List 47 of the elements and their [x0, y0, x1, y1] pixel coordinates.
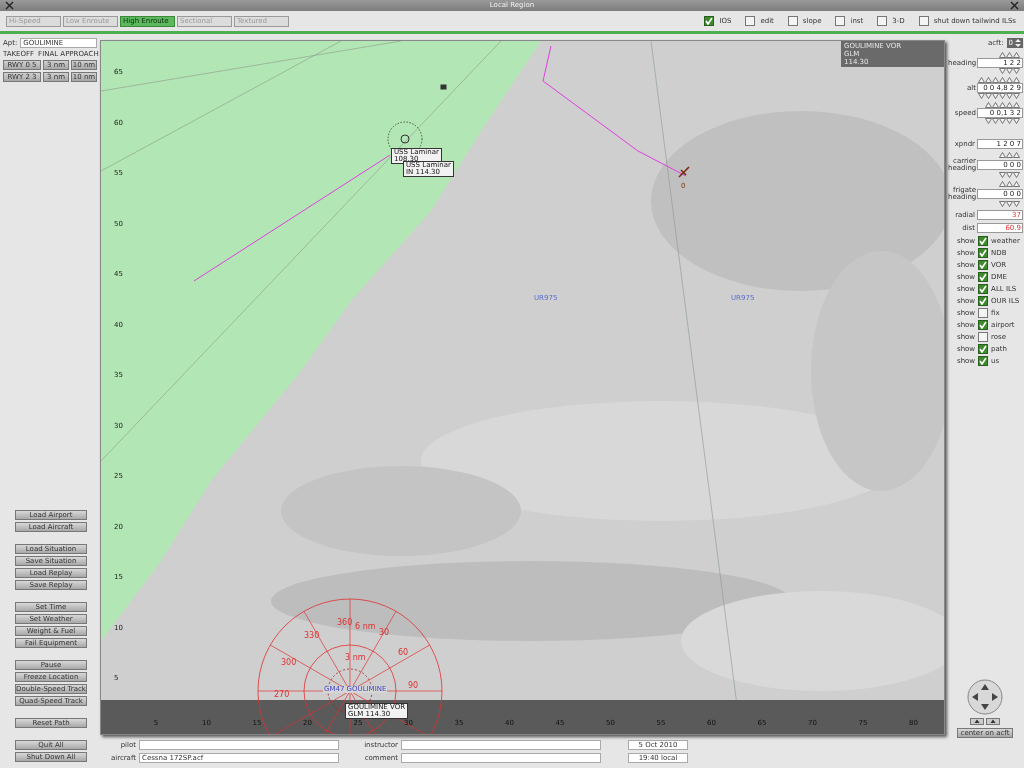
- checkbox[interactable]: [978, 248, 989, 258]
- compass-rose-label: 3 nm: [345, 654, 366, 662]
- checkbox[interactable]: [978, 356, 989, 366]
- up-arrows-icon[interactable]: [985, 102, 1020, 108]
- zoom-in-icon[interactable]: [970, 718, 984, 725]
- down-arrows-icon[interactable]: [999, 172, 1020, 178]
- checkbox[interactable]: [978, 284, 989, 294]
- checkbox[interactable]: [978, 296, 989, 306]
- down-arrows-icon[interactable]: [999, 201, 1020, 207]
- up-arrows-icon[interactable]: [999, 152, 1020, 158]
- airplane-icon: [677, 165, 691, 179]
- stepper-icon[interactable]: [1015, 39, 1021, 47]
- compass-rose-label: 270: [274, 691, 290, 699]
- checkbox[interactable]: [877, 16, 888, 26]
- down-arrows-icon[interactable]: [978, 93, 1020, 99]
- close-icon[interactable]: [1010, 1, 1019, 10]
- close-icon[interactable]: [5, 1, 14, 10]
- checkbox[interactable]: [835, 16, 846, 26]
- checkbox[interactable]: [918, 16, 929, 26]
- checkbox[interactable]: [978, 332, 989, 342]
- up-arrows-icon[interactable]: [999, 181, 1020, 187]
- zoom-out-icon[interactable]: [986, 718, 1000, 725]
- compass-rose-label: 60: [398, 649, 409, 657]
- checkbox[interactable]: [745, 16, 756, 26]
- compass-rose-label: 6 nm: [355, 623, 376, 631]
- checkbox[interactable]: [978, 236, 989, 246]
- pan-control-icon[interactable]: [967, 679, 1003, 715]
- instructor-field[interactable]: [401, 740, 601, 750]
- fix-icon: [440, 84, 447, 91]
- compass-rose-label: 360: [337, 619, 353, 627]
- pilot-field[interactable]: [139, 740, 339, 750]
- down-arrows-icon[interactable]: [999, 68, 1020, 74]
- checkbox[interactable]: [704, 16, 715, 26]
- up-arrows-icon[interactable]: [978, 77, 1020, 83]
- checkbox[interactable]: [978, 344, 989, 354]
- checkbox[interactable]: [978, 272, 989, 282]
- up-arrows-icon[interactable]: [999, 52, 1020, 58]
- checkbox[interactable]: [978, 260, 989, 270]
- compass-rose-label: 300: [281, 659, 297, 667]
- down-arrows-icon[interactable]: [985, 118, 1020, 124]
- compass-rose-label: 30: [379, 629, 390, 637]
- checkbox[interactable]: [978, 320, 989, 330]
- checkbox[interactable]: [978, 308, 989, 318]
- compass-rose-label: 90: [408, 682, 419, 690]
- checkbox[interactable]: [787, 16, 798, 26]
- comment-field[interactable]: [401, 753, 601, 763]
- compass-rose-label: 330: [304, 632, 320, 640]
